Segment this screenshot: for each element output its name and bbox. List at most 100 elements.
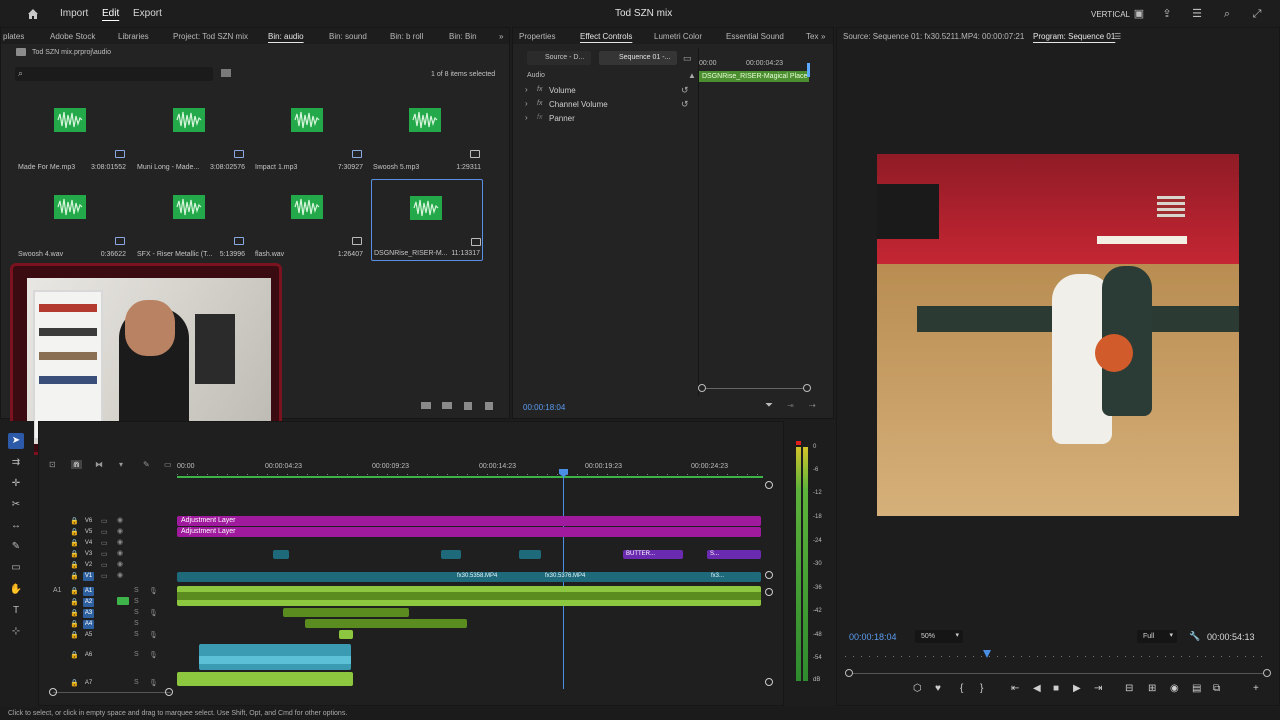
scroll-handle[interactable] [1263,669,1271,677]
scroll-handle[interactable] [765,481,773,489]
collapse-icon[interactable]: ▲ [688,71,696,80]
tab-bin-audio[interactable]: Bin: audio [268,32,304,41]
zoom-scrollbar[interactable] [703,388,807,389]
camera-icon[interactable]: ◉ [1170,683,1179,694]
effect-row-channel-volume[interactable]: › fx Channel Volume ↺ [523,99,695,111]
effect-row-volume[interactable]: › fx Volume ↺ [523,85,695,97]
lock-icon[interactable]: 🔒 [70,620,79,628]
trash-icon[interactable] [485,402,493,410]
selection-tool-icon[interactable]: ➤ [8,433,24,449]
clip-v3-purple[interactable]: S... [707,550,761,559]
lock-icon[interactable]: 🔒 [70,679,79,687]
source-clip-tab[interactable]: Source - D... [527,51,591,65]
more-tabs-icon[interactable]: » [821,32,825,41]
bin-item[interactable]: Muni Long - Made... 3:08:02576 [135,96,247,176]
add-marker-icon[interactable]: ▾ [119,460,123,469]
tab-essential-sound[interactable]: Essential Sound [726,32,784,41]
lock-icon[interactable]: 🔒 [70,550,79,558]
sequence-clip-tab[interactable]: Sequence 01 -... [599,51,677,65]
tab-adobe-stock[interactable]: Adobe Stock [50,32,95,41]
search-icon[interactable]: ⌕ [1220,7,1234,21]
effect-timecode[interactable]: 00:00:18:04 [523,403,565,412]
clip-adjustment-layer[interactable]: Adjustment Layer [177,527,761,537]
track-label-a3[interactable]: A3 [83,609,94,618]
home-icon[interactable] [26,7,40,21]
lock-icon[interactable]: 🔒 [70,517,79,525]
extract-icon[interactable]: ⊞ [1148,683,1156,694]
clip-a4[interactable] [305,619,467,628]
tab-effect-controls[interactable]: Effect Controls [580,32,632,41]
bin-item[interactable]: Swoosh 5.mp3 1:29311 [371,96,483,176]
type-tool-icon[interactable]: T [8,603,24,619]
slip-tool-icon[interactable]: ↔ [8,518,24,534]
program-time-ruler[interactable] [845,656,1269,657]
lock-icon[interactable]: 🔒 [70,598,79,606]
mute-toggle-active[interactable] [117,597,129,605]
new-bin-icon[interactable] [221,69,231,77]
clip-v1[interactable]: fx30.5358.MP4 fx30.5376.MP4 fx3... [177,572,761,582]
program-scrollbar[interactable] [849,673,1269,674]
captions-icon[interactable]: ▭ [164,460,172,469]
rectangle-tool-icon[interactable]: ▭ [8,560,24,576]
solo-icon[interactable]: S [134,598,139,605]
scroll-handle[interactable] [765,678,773,686]
go-to-in-icon[interactable]: ⇤ [1011,683,1019,694]
tab-bin-bin[interactable]: Bin: Bin [449,32,477,41]
compare-icon[interactable]: ▤ [1192,683,1201,694]
lock-icon[interactable]: 🔒 [70,651,79,659]
lock-icon[interactable]: 🔒 [70,561,79,569]
solo-icon[interactable]: S [134,609,139,616]
linked-selection-icon[interactable]: ⧓ [95,460,103,469]
source-patch-a1[interactable]: A1 [53,587,62,594]
share-icon[interactable]: ⇪ [1160,7,1174,21]
goto-icon[interactable]: ⇢ [809,401,816,410]
mini-playhead[interactable] [807,63,810,77]
expand-icon[interactable]: › [525,85,528,94]
track-label-a2[interactable]: A2 [83,598,94,607]
ripple-edit-tool-icon[interactable]: ✛ [8,476,24,492]
export-icon[interactable]: ⇥ [787,401,794,410]
clip-v3[interactable] [441,550,461,559]
effect-clip-bar[interactable]: DSGNRise_RISER-Magical Place [699,71,809,82]
eye-icon[interactable]: ◉ [117,549,123,557]
play-icon[interactable]: ▶ [1073,683,1081,694]
zoom-select[interactable]: 50% ▾ [915,630,963,643]
scroll-handle[interactable] [845,669,853,677]
stop-icon[interactable]: ■ [1053,683,1059,694]
workspace-label[interactable]: VERTICAL [1091,10,1130,19]
tab-properties[interactable]: Properties [519,32,555,41]
tab-program[interactable]: Program: Sequence 01 [1033,32,1115,41]
track-label-a1[interactable]: A1 [83,587,94,596]
track-select-tool-icon[interactable]: ⇉ [8,455,24,471]
pen-tool-icon[interactable]: ✎ [8,539,24,555]
lock-icon[interactable]: 🔒 [70,587,79,595]
mic-icon[interactable]: 🎙 [149,651,158,659]
mic-icon[interactable]: 🎙 [149,631,158,639]
filter-icon[interactable]: ⏷ [765,400,773,411]
go-to-out-icon[interactable]: ⇥ [1094,683,1102,694]
nest-icon[interactable]: ⊡ [49,460,56,469]
mark-in-icon[interactable]: { [960,683,963,694]
clip-a5[interactable] [339,630,353,639]
solo-icon[interactable]: S [134,587,139,594]
bin-item[interactable]: Impact 1.mp3 7:30927 [253,96,365,176]
sync-icon[interactable]: ▭ [101,550,108,558]
solo-icon[interactable]: S [134,679,139,686]
work-area-bar[interactable] [177,476,763,478]
quality-select[interactable]: Full ▾ [1137,630,1177,643]
lock-icon[interactable]: 🔒 [70,528,79,536]
lift-icon[interactable]: ⊟ [1125,683,1133,694]
tab-plates[interactable]: plates [3,32,24,41]
freeform-view-icon[interactable] [421,402,431,409]
eye-icon[interactable]: ◉ [117,571,123,579]
bin-item[interactable]: Swoosh 4.wav 0:36622 [16,183,128,263]
bin-item-selected[interactable]: DSGNRise_RISER-M... 11:13317 [371,179,483,261]
clip-a6[interactable] [199,644,351,670]
header-scrollbar[interactable] [53,692,171,693]
mic-icon[interactable]: 🎙 [149,587,158,595]
transform-tool-icon[interactable]: ⊹ [8,624,24,640]
tab-lumetri[interactable]: Lumetri Color [654,32,702,41]
panel-menu-icon[interactable]: ☰ [1114,32,1121,41]
reset-icon[interactable]: ↺ [681,85,689,96]
sync-icon[interactable]: ▭ [101,539,108,547]
